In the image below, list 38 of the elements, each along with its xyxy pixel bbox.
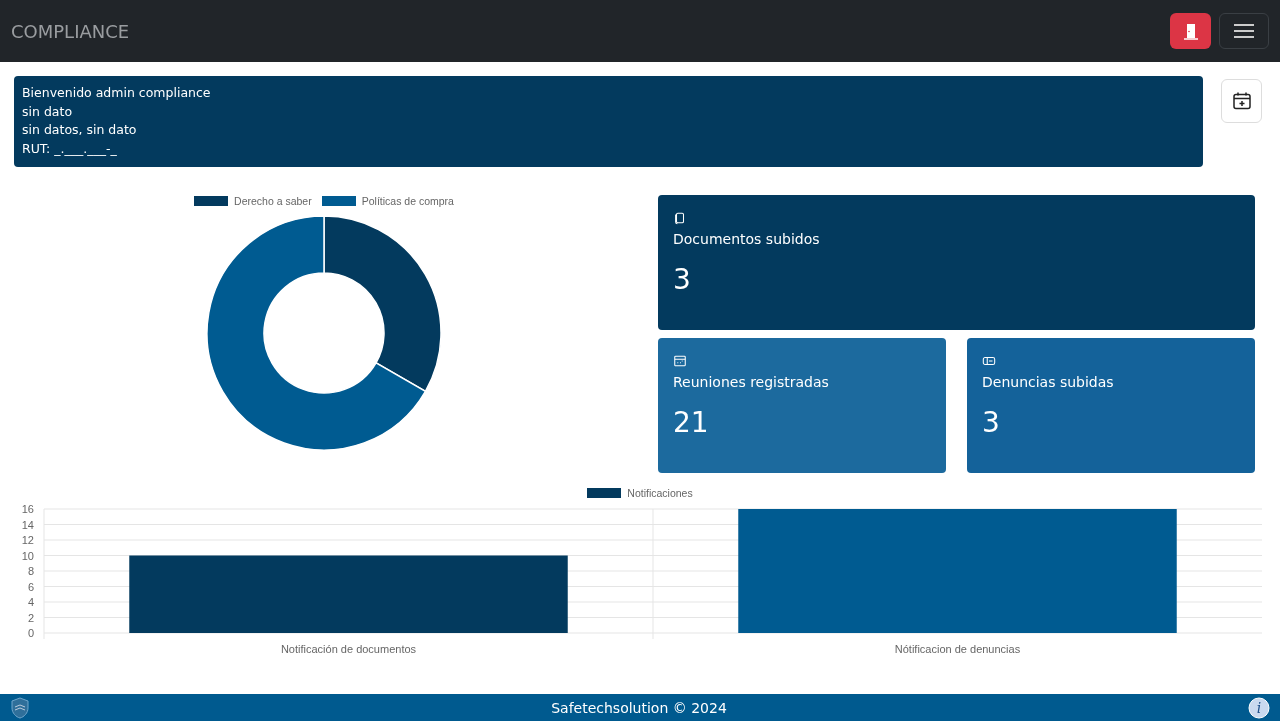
y-tick-label: 2 (27, 611, 34, 624)
stat-label: Documentos subidos (673, 230, 821, 247)
legend-swatch (194, 195, 229, 206)
footer-copyright: Safetechsolution © 2024 (550, 699, 728, 716)
menu-button[interactable] (1219, 13, 1269, 49)
legend-swatch (587, 487, 622, 498)
y-tick-label: 16 (21, 502, 34, 515)
y-tick-label: 10 (21, 549, 34, 562)
legend-swatch (321, 195, 356, 206)
welcome-text: Bienvenido admin compliance (22, 84, 212, 102)
y-tick-label: 0 (27, 626, 34, 639)
x-axis-label: Nótificacion de denuncias (894, 642, 1021, 655)
welcome-text: sin dato (22, 102, 74, 121)
legend-label[interactable]: Derecho a saber (234, 194, 312, 207)
calendar-plus-icon (1231, 91, 1252, 111)
door-icon (1182, 22, 1199, 40)
welcome-text: RUT: _.___.___-_ (22, 140, 118, 159)
y-tick-label: 14 (21, 518, 34, 531)
exit-button[interactable] (1170, 13, 1211, 49)
welcome-text: sin datos, sin dato (22, 121, 138, 140)
legend-label[interactable]: Notificaciones (627, 486, 693, 499)
x-axis-label: Notificación de documentos (280, 642, 417, 655)
add-event-button[interactable] (1221, 79, 1262, 123)
y-tick-label: 8 (27, 564, 34, 577)
calendar-icon (673, 353, 687, 368)
stat-label: Denuncias subidas (982, 373, 1115, 390)
info-icon[interactable]: i (1248, 696, 1270, 719)
stat-label: Reuniones registradas (673, 373, 830, 390)
shield-logo-icon (10, 696, 30, 719)
stat-value: 3 (982, 405, 1001, 439)
stat-value: 3 (673, 262, 692, 296)
documents-icon (673, 210, 687, 225)
menu-icon (1233, 23, 1255, 39)
stat-value: 21 (673, 405, 710, 439)
y-tick-label: 4 (27, 595, 34, 608)
legend-label[interactable]: Políticas de compra (361, 194, 454, 207)
y-tick-label: 12 (21, 533, 34, 546)
y-tick-label: 6 (27, 580, 34, 593)
